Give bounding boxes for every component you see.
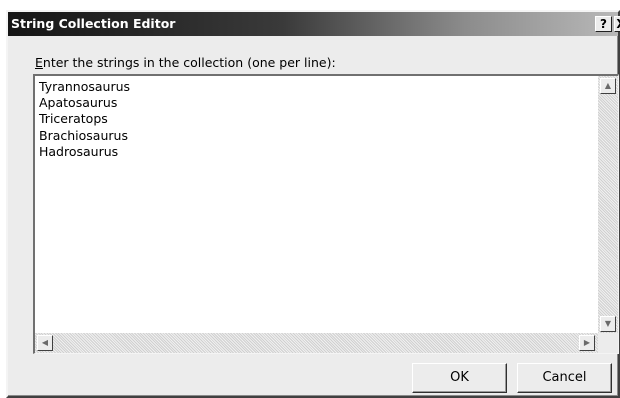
ok-button[interactable]: OK <box>412 363 507 393</box>
string-collection-editor-dialog: String Collection Editor ? X Enter the s… <box>6 10 620 398</box>
window-title: String Collection Editor <box>11 16 176 31</box>
scrollbar-corner <box>598 333 618 353</box>
string-line: Tyrannosaurus <box>39 79 131 94</box>
editor-prompt-label: Enter the strings in the collection (one… <box>35 55 336 70</box>
scroll-down-arrow-icon[interactable]: ▼ <box>600 316 616 332</box>
cancel-button[interactable]: Cancel <box>517 363 612 393</box>
close-button[interactable]: X <box>614 16 620 32</box>
title-bar[interactable]: String Collection Editor ? X <box>8 12 620 36</box>
string-line: Hadrosaurus <box>39 143 119 159</box>
scroll-left-arrow-icon[interactable]: ◀ <box>37 335 53 351</box>
help-button[interactable]: ? <box>595 16 612 32</box>
string-line: Triceratops <box>39 111 108 127</box>
string-line: Brachiosaurus <box>39 127 128 143</box>
prompt-text: nter the strings in the collection (one … <box>42 55 336 70</box>
scroll-up-arrow-icon[interactable]: ▲ <box>600 78 616 94</box>
prompt-access-key: E <box>35 55 43 70</box>
scroll-right-arrow-icon[interactable]: ▶ <box>579 335 595 351</box>
horizontal-scrollbar[interactable]: ◀ ▶ <box>35 333 599 353</box>
string-line: Apatosaurus <box>39 95 118 111</box>
strings-textarea[interactable]: Tyrannosaurus Apatosaurus Triceratops Br… <box>33 74 619 354</box>
vertical-scrollbar[interactable]: ▲ ▼ <box>598 76 618 336</box>
strings-text: Tyrannosaurus Apatosaurus Triceratops Br… <box>39 79 130 160</box>
